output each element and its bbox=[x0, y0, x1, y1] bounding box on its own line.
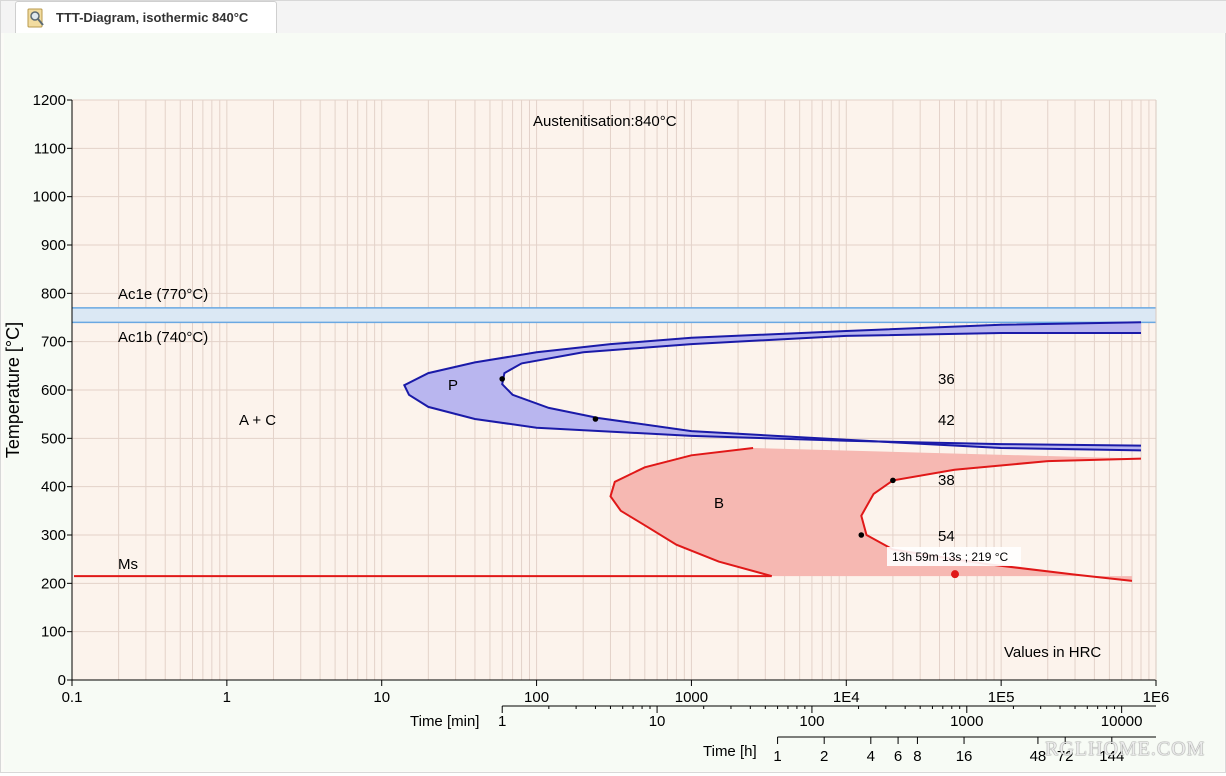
hours-tick-label: 16 bbox=[956, 748, 973, 765]
x-tick-label: 0.1 bbox=[62, 689, 83, 706]
region-label-a-c: A + C bbox=[239, 412, 276, 429]
minutes-tick-label: 100 bbox=[799, 713, 824, 730]
ac1b-label: Ac1b (740°C) bbox=[118, 329, 208, 346]
hours-tick-label: 1 bbox=[773, 748, 781, 765]
ttt-chart: 0100200300400500600700800900100011001200… bbox=[3, 92, 1170, 765]
cursor-tooltip: 13h 59m 13s ; 219 °C bbox=[892, 550, 1009, 564]
marker-point bbox=[890, 477, 896, 484]
values-in-hrc-annotation: Values in HRC bbox=[1004, 644, 1101, 661]
cursor-point bbox=[950, 570, 959, 579]
y-tick-label: 300 bbox=[41, 527, 66, 544]
minutes-tick-label: 10 bbox=[649, 713, 666, 730]
hours-tick-label: 4 bbox=[867, 748, 875, 765]
tab-title: TTT-Diagram, isothermic 840°C bbox=[56, 10, 249, 25]
app-window: TTT-Diagram, isothermic 840°C 0 100 200 300… bbox=[0, 0, 1226, 773]
y-tick-label: 400 bbox=[41, 479, 66, 496]
hours-tick-label: 2 bbox=[820, 748, 828, 765]
minutes-tick-label: 1000 bbox=[950, 713, 983, 730]
y-tick-label: 700 bbox=[41, 334, 66, 351]
hours-tick-label: 8 bbox=[913, 748, 921, 765]
austenitisation-annotation: Austenitisation:840°C bbox=[533, 113, 677, 130]
y-tick-label: 200 bbox=[41, 575, 66, 592]
y-tick-label: 800 bbox=[41, 285, 66, 302]
ms-label: Ms bbox=[118, 556, 138, 573]
time-min-axis-label: Time [min] bbox=[410, 713, 479, 730]
x-tick-label: 100 bbox=[524, 689, 549, 706]
x-tick-label: 1E4 bbox=[833, 689, 860, 706]
x-tick-label: 1000 bbox=[675, 689, 708, 706]
y-tick-label: 100 bbox=[41, 624, 66, 641]
hardness-label: 38 bbox=[938, 472, 955, 489]
minutes-tick-label: 10000 bbox=[1101, 713, 1143, 730]
marker-point bbox=[499, 376, 506, 382]
y-tick-label: 1200 bbox=[33, 92, 66, 109]
y-axis-label: Temperature [°C] bbox=[4, 322, 23, 458]
x-tick-label: 1E5 bbox=[988, 689, 1015, 706]
hours-tick-label: 6 bbox=[894, 748, 902, 765]
x-tick-label: 1 bbox=[223, 689, 231, 706]
minutes-tick-label: 1 bbox=[498, 713, 506, 730]
magnifier-document-icon bbox=[27, 8, 44, 28]
y-tick-label: 900 bbox=[41, 237, 66, 254]
tab-bar: TTT-Diagram, isothermic 840°C bbox=[1, 1, 1226, 33]
pearlite-label: P bbox=[448, 377, 458, 394]
ac1-band bbox=[72, 307, 1156, 323]
watermark: RGLHOME.COM bbox=[1045, 738, 1206, 760]
x-tick-label: 10 bbox=[373, 689, 390, 706]
x-tick-label: 1E6 bbox=[1143, 689, 1170, 706]
y-tick-label: 1000 bbox=[33, 189, 66, 206]
time-h-axis-label: Time [h] bbox=[703, 743, 757, 760]
tab-ttt-diagram[interactable]: TTT-Diagram, isothermic 840°C bbox=[15, 1, 277, 33]
marker-point bbox=[592, 416, 599, 422]
y-tick-label: 1100 bbox=[34, 140, 66, 157]
y-tick-label: 500 bbox=[41, 430, 66, 447]
bainite-label: B bbox=[714, 495, 724, 512]
hardness-label: 54 bbox=[938, 528, 955, 545]
ac1e-label: Ac1e (770°C) bbox=[118, 286, 208, 303]
hardness-label: 36 bbox=[938, 371, 955, 388]
y-tick-label: 600 bbox=[41, 382, 66, 399]
hours-tick-label: 48 bbox=[1030, 748, 1047, 765]
y-tick-label: 0 bbox=[58, 672, 66, 689]
chart-area: 0 100 200 300 400 500 600 700 800 900 1000 1100 1200… bbox=[3, 33, 1224, 771]
hardness-label: 42 bbox=[938, 412, 955, 429]
marker-point bbox=[858, 532, 865, 538]
